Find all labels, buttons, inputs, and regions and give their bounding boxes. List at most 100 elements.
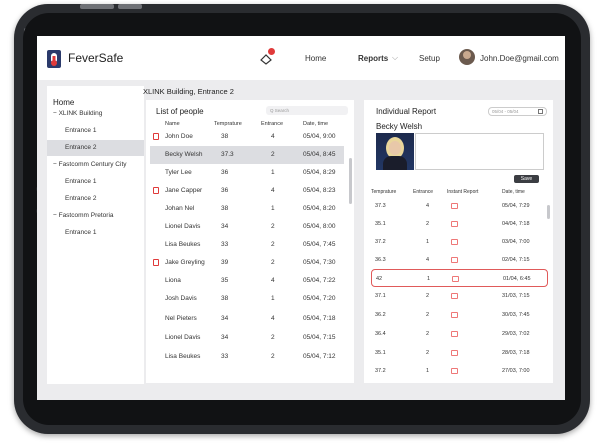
table-row[interactable]: John Doe 38 4 05/04, 9:00 [146, 128, 344, 146]
date-range-picker[interactable]: 05/04 - 05/04 [488, 107, 547, 116]
sidebar-item-fastcomm-century-city[interactable]: − Fastcomm Century City [47, 157, 144, 173]
cell-entrance: 2 [426, 312, 430, 318]
sidebar-item-century-entrance-1[interactable]: Entrance 1 [47, 174, 144, 190]
cell-temperature: 37.3 [375, 203, 386, 209]
cell-date: 05/04, 7:22 [303, 277, 336, 284]
cell-entrance: 2 [426, 331, 430, 337]
nav-home[interactable]: Home [305, 54, 326, 63]
table-row[interactable]: Johan Nel 38 1 05/04, 8:20 [146, 200, 344, 218]
instant-report-icon[interactable] [451, 257, 458, 263]
cell-entrance: 2 [271, 259, 275, 266]
cell-date: 05/04, 7:18 [303, 315, 336, 322]
avatar[interactable] [459, 49, 475, 65]
instant-report-icon[interactable] [451, 293, 458, 299]
cell-temperature: 42 [376, 276, 383, 282]
sidebar-item-xlink-entrance-2[interactable]: Entrance 2 [47, 140, 144, 156]
column-header-date[interactable]: Date, time [303, 121, 328, 127]
instant-report-icon[interactable] [452, 276, 459, 282]
table-row[interactable]: Nel Pieters 34 4 05/04, 7:18 [146, 310, 344, 328]
instant-report-icon[interactable] [451, 350, 458, 356]
cell-date: 05/04, 7:12 [303, 353, 336, 360]
cell-entrance: 2 [426, 350, 430, 356]
power-button [118, 4, 142, 9]
report-row[interactable]: 37.2 1 03/04, 7:00 [371, 233, 548, 251]
table-row[interactable]: Becky Welsh 37.3 2 05/04, 8:45 [150, 146, 344, 164]
cell-date: 05/04, 9:00 [303, 133, 336, 140]
table-row[interactable]: Lisa Beukes 33 2 05/04, 7:45 [146, 236, 344, 254]
column-header-temperature[interactable]: Temprature [214, 121, 242, 127]
column-header-entrance[interactable]: Entrance [261, 121, 283, 127]
cell-temperature: 34 [221, 334, 229, 341]
table-row[interactable]: Tyler Lee 36 1 05/04, 8:29 [146, 164, 344, 182]
instant-report-icon[interactable] [451, 312, 458, 318]
report-row[interactable]: 36.2 2 30/03, 7:45 [371, 306, 548, 324]
table-row[interactable]: Jane Capper 36 4 05/04, 8:23 [146, 182, 344, 200]
cell-date: 28/03, 7:18 [502, 350, 530, 356]
cell-date: 02/04, 7:15 [502, 257, 530, 263]
table-row[interactable]: Lionel Davis 34 2 05/04, 7:15 [146, 329, 344, 347]
report-row[interactable]: 37.3 4 05/04, 7:29 [371, 197, 548, 215]
cell-entrance: 2 [426, 221, 430, 227]
cell-entrance: 1 [426, 368, 430, 374]
list-scrollbar[interactable] [349, 158, 352, 204]
cell-name: Tyler Lee [165, 169, 192, 176]
user-email[interactable]: John.Doe@gmail.com [480, 54, 559, 63]
report-person-name: Becky Welsh [376, 122, 423, 131]
table-row[interactable]: Josh Davis 38 1 05/04, 7:20 [146, 290, 344, 308]
chevron-down-icon[interactable]: ⌵ [392, 53, 398, 63]
cell-entrance: 1 [427, 276, 431, 282]
table-row[interactable]: Liona 35 4 05/04, 7:22 [146, 272, 344, 290]
nav-setup[interactable]: Setup [419, 54, 440, 63]
report-row[interactable]: 35.1 2 28/03, 7:18 [371, 344, 548, 362]
table-row[interactable]: Lisa Beukes 33 2 05/04, 7:12 [146, 348, 344, 366]
report-row[interactable]: 36.4 2 29/03, 7:02 [371, 325, 548, 343]
cell-temperature: 36 [221, 187, 229, 194]
cell-entrance: 4 [271, 315, 275, 322]
cell-date: 04/04, 7:18 [502, 221, 530, 227]
volume-button [80, 4, 114, 9]
cell-name: Lisa Beukes [165, 241, 201, 248]
search-input[interactable]: Q Search [266, 106, 348, 115]
cell-name: Johan Nel [165, 205, 195, 212]
column-header-name[interactable]: Name [165, 121, 180, 127]
cell-entrance: 4 [271, 133, 275, 140]
cell-temperature: 35.1 [375, 221, 386, 227]
report-row[interactable]: 37.1 2 31/03, 7:15 [371, 287, 548, 305]
cell-entrance: 2 [271, 334, 275, 341]
report-row[interactable]: 36.3 4 02/04, 7:15 [371, 251, 548, 269]
sidebar-item-xlink-building[interactable]: − XLINK Building [47, 106, 144, 122]
cell-temperature: 36.3 [375, 257, 386, 263]
instant-report-icon[interactable] [451, 203, 458, 209]
cell-temperature: 36.4 [375, 331, 386, 337]
cell-date: 05/04, 8:20 [303, 205, 336, 212]
save-button[interactable]: Save [514, 175, 539, 183]
cell-date: 29/03, 7:02 [502, 331, 530, 337]
cell-date: 05/04, 7:30 [303, 259, 336, 266]
report-row[interactable]: 37.2 1 27/03, 7:00 [371, 362, 548, 380]
sidebar-item-pretoria-entrance-1[interactable]: Entrance 1 [47, 225, 144, 241]
sidebar-item-xlink-entrance-1[interactable]: Entrance 1 [47, 123, 144, 139]
instant-report-icon[interactable] [451, 368, 458, 374]
cell-temperature: 37.3 [221, 151, 234, 158]
report-row[interactable]: 42 1 01/04, 6:45 [371, 269, 548, 287]
notes-textarea[interactable] [415, 133, 544, 170]
instant-report-icon[interactable] [451, 239, 458, 245]
report-scrollbar[interactable] [547, 205, 550, 219]
calendar-icon[interactable] [538, 109, 543, 114]
report-title: Individual Report [376, 107, 437, 116]
cell-temperature: 37.2 [375, 239, 386, 245]
notification-badge [268, 48, 275, 55]
cell-date: 03/04, 7:00 [502, 239, 530, 245]
instant-report-icon[interactable] [451, 221, 458, 227]
sidebar-item-fastcomm-pretoria[interactable]: − Fastcomm Pretoria [47, 208, 144, 224]
cell-date: 31/03, 7:15 [502, 293, 530, 299]
cell-entrance: 2 [426, 293, 430, 299]
cell-temperature: 34 [221, 223, 229, 230]
table-row[interactable]: Jake Greyling 39 2 05/04, 7:30 [146, 254, 344, 272]
table-row[interactable]: Lionel Davis 34 2 05/04, 8:00 [146, 218, 344, 236]
cell-entrance: 2 [271, 151, 275, 158]
sidebar-item-century-entrance-2[interactable]: Entrance 2 [47, 191, 144, 207]
report-row[interactable]: 35.1 2 04/04, 7:18 [371, 215, 548, 233]
nav-reports[interactable]: Reports [358, 54, 388, 63]
instant-report-icon[interactable] [451, 331, 458, 337]
